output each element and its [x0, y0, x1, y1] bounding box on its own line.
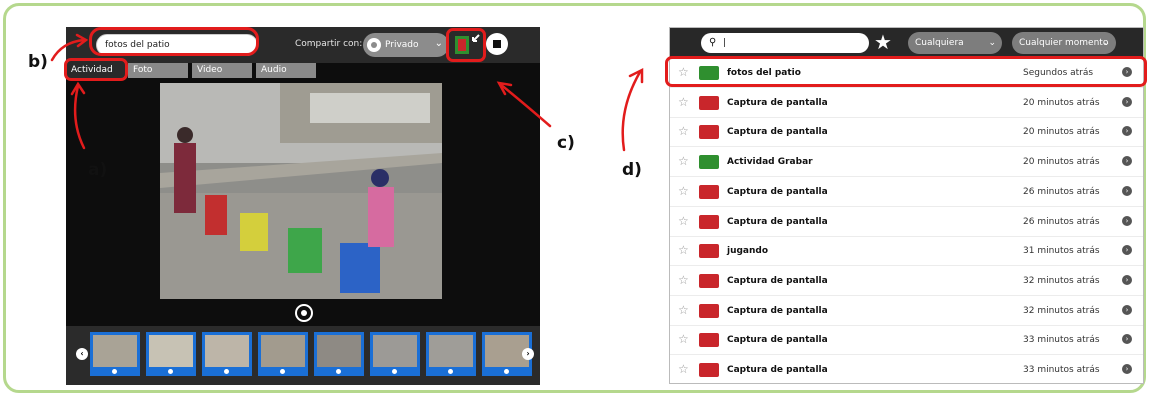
- annotation-arrows: [50, 33, 644, 152]
- annotation-label-b: b): [28, 52, 48, 72]
- annotation-label-c: c): [557, 133, 575, 153]
- annotation-label-a: a): [88, 160, 108, 180]
- annotation-label-d: d): [622, 160, 642, 180]
